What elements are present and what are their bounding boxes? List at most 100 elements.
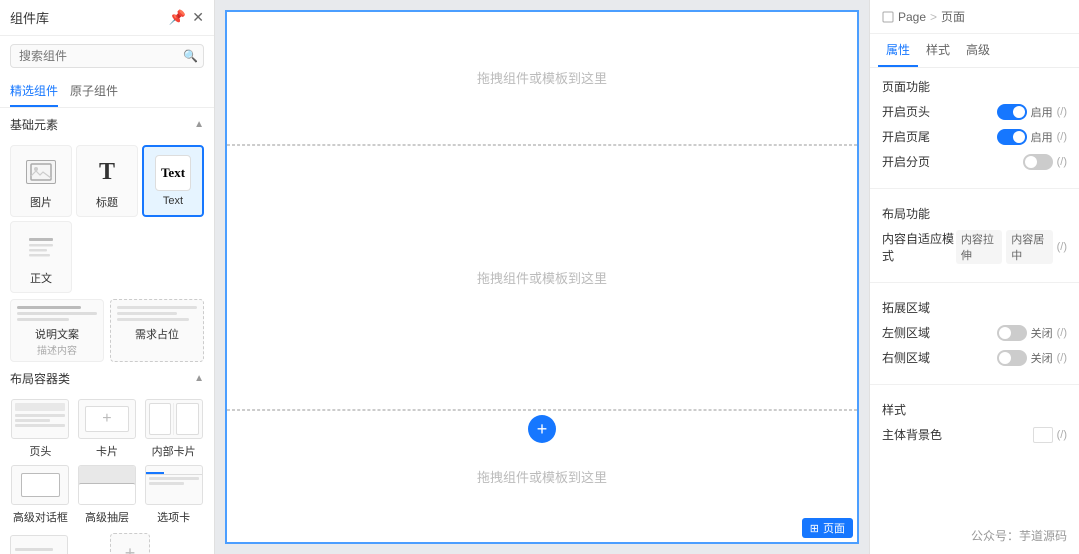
component-desc[interactable]: 说明文案 描述内容 xyxy=(10,299,104,362)
drop-zone-top-text: 拖拽组件或模板到这里 xyxy=(477,68,607,87)
drop-zone-top[interactable]: 拖拽组件或模板到这里 xyxy=(227,12,857,145)
page-icon xyxy=(882,11,894,23)
layout-dialog-thumb xyxy=(11,465,69,505)
layout-item-extra1[interactable] xyxy=(10,535,104,554)
right-area-label: 右侧区域 xyxy=(882,349,930,366)
component-body[interactable]: 正文 xyxy=(10,221,72,293)
layout-header-label: 页头 xyxy=(29,443,51,459)
bg-color-value: (/) xyxy=(1033,427,1067,443)
left-panel: 组件库 📌 ✕ 🔍 精选组件 原子组件 基础元素 ▲ xyxy=(0,0,215,554)
layout-overlay-thumb xyxy=(78,465,136,505)
breadcrumb: Page > 页面 xyxy=(870,0,1079,34)
text-icon: Text xyxy=(155,155,191,191)
right-tab-advanced[interactable]: 高级 xyxy=(958,34,998,67)
right-tab-style[interactable]: 样式 xyxy=(918,34,958,67)
pin-icon[interactable]: 📌 xyxy=(169,9,186,26)
right-tab-props[interactable]: 属性 xyxy=(878,34,918,67)
drop-zone-mid[interactable]: 拖拽组件或模板到这里 + xyxy=(227,145,857,410)
canvas-area: 拖拽组件或模板到这里 拖拽组件或模板到这里 + 拖拽组件或模板到这里 ⊞ 页面 xyxy=(225,10,859,544)
layout-item-add[interactable]: + xyxy=(110,533,204,554)
image-label: 图片 xyxy=(30,194,52,210)
component-image[interactable]: 图片 xyxy=(10,145,72,217)
header-toggle-group: 启用 (/) xyxy=(997,104,1067,120)
heading-icon: T xyxy=(89,154,125,190)
header-toggle-row: 开启页头 启用 (/) xyxy=(882,103,1067,120)
left-area-label: 左侧区域 xyxy=(882,324,930,341)
component-placeholder[interactable]: 需求占位 xyxy=(110,299,204,362)
panel-title: 组件库 xyxy=(10,8,49,27)
pagination-toggle-knob xyxy=(1025,156,1037,168)
pagination-toggle-sub: (/) xyxy=(1057,156,1067,168)
component-heading[interactable]: T 标题 xyxy=(76,145,138,217)
layout-inner-card[interactable]: 内部卡片 xyxy=(143,399,204,459)
drop-zone-mid-text: 拖拽组件或模板到这里 xyxy=(477,268,607,287)
layout-card[interactable]: + 卡片 xyxy=(77,399,138,459)
right-area-toggle[interactable] xyxy=(997,350,1027,366)
component-tabs: 精选组件 原子组件 xyxy=(0,76,214,108)
header-toggle-label: 开启页头 xyxy=(882,103,930,120)
left-panel-scroll: 基础元素 ▲ 图片 xyxy=(0,108,214,554)
layout-overlay[interactable]: 高级抽层 xyxy=(77,465,138,525)
pagination-toggle[interactable] xyxy=(1023,154,1053,170)
breadcrumb-separator: > xyxy=(930,10,937,24)
drop-zone-bottom-text: 拖拽组件或模板到这里 xyxy=(477,467,607,486)
layout-tabs[interactable]: 选项卡 xyxy=(143,465,204,525)
right-panel: Page > 页面 属性 样式 高级 页面功能 开启页头 启用 (/) 开启页尾 xyxy=(869,0,1079,554)
bg-color-row: 主体背景色 (/) xyxy=(882,426,1067,443)
center-panel: 拖拽组件或模板到这里 拖拽组件或模板到这里 + 拖拽组件或模板到这里 ⊞ 页面 xyxy=(215,0,869,554)
search-icon: 🔍 xyxy=(183,49,198,63)
breadcrumb-current: 页面 xyxy=(941,8,965,25)
expand-section: 拓展区域 左侧区域 关闭 (/) 右侧区域 关闭 (/) xyxy=(870,289,1079,378)
tab-atomic[interactable]: 原子组件 xyxy=(70,76,118,107)
layout-tabs-label: 选项卡 xyxy=(157,509,190,525)
search-input[interactable] xyxy=(10,44,204,68)
left-area-sub: (/) xyxy=(1057,327,1067,339)
left-area-toggle-group: 关闭 (/) xyxy=(997,325,1067,341)
footer-toggle-group: 启用 (/) xyxy=(997,129,1067,145)
page-badge: ⊞ 页面 xyxy=(802,518,853,538)
header-toggle[interactable] xyxy=(997,104,1027,120)
add-component-btn[interactable]: + xyxy=(528,415,556,443)
basic-section-arrow[interactable]: ▲ xyxy=(194,119,204,130)
basic-section-title: 基础元素 xyxy=(10,116,58,133)
right-area-toggle-group: 关闭 (/) xyxy=(997,350,1067,366)
layout-section-header: 布局容器类 ▲ xyxy=(0,362,214,399)
body-label: 正文 xyxy=(30,270,52,286)
layout-header-thumb xyxy=(11,399,69,439)
page-badge-icon: ⊞ xyxy=(810,522,819,535)
adapt-mode-label: 内容自适应模式 xyxy=(882,230,956,264)
layout-section-title: 布局容器类 xyxy=(10,370,70,387)
bg-color-box[interactable] xyxy=(1033,427,1053,443)
layout-overlay-label: 高级抽层 xyxy=(85,509,129,525)
layout-section-arrow[interactable]: ▲ xyxy=(194,373,204,384)
breadcrumb-page: Page xyxy=(898,10,926,24)
layout-items-grid: 页头 + 卡片 xyxy=(0,399,214,525)
style-title: 样式 xyxy=(882,401,1067,418)
component-text[interactable]: Text Text xyxy=(142,145,204,217)
panel-header-icons: 📌 ✕ xyxy=(169,9,204,26)
pagination-toggle-group: (/) xyxy=(1023,154,1067,170)
close-icon[interactable]: ✕ xyxy=(192,9,204,26)
layout-dialog-label: 高级对话框 xyxy=(13,509,68,525)
layout-section-header-row: 布局容器类 ▲ xyxy=(10,370,204,387)
basic-elements-grid: 图片 T 标题 Text Text xyxy=(0,145,214,293)
left-area-toggle[interactable] xyxy=(997,325,1027,341)
basic-section-header: 基础元素 ▲ xyxy=(0,108,214,145)
tab-featured[interactable]: 精选组件 xyxy=(10,76,58,107)
header-toggle-text: 启用 xyxy=(1031,104,1053,120)
layout-tabs-thumb xyxy=(145,465,203,505)
left-area-text: 关闭 xyxy=(1031,325,1053,341)
right-area-sub: (/) xyxy=(1057,352,1067,364)
page-function-title: 页面功能 xyxy=(882,78,1067,95)
layout-dialog[interactable]: 高级对话框 xyxy=(10,465,71,525)
pagination-toggle-row: 开启分页 (/) xyxy=(882,153,1067,170)
layout-header[interactable]: 页头 xyxy=(10,399,71,459)
add-btn-icon: + xyxy=(537,420,548,438)
left-area-row: 左侧区域 关闭 (/) xyxy=(882,324,1067,341)
footer-toggle[interactable] xyxy=(997,129,1027,145)
footer-toggle-sub: (/) xyxy=(1057,131,1067,143)
layout-function-section: 布局功能 内容自适应模式 内容拉伸 内容居中 (/) xyxy=(870,195,1079,276)
adapt-sub: (/) xyxy=(1057,241,1067,253)
layout-function-title: 布局功能 xyxy=(882,205,1067,222)
adapt-mode-row: 内容自适应模式 内容拉伸 内容居中 (/) xyxy=(882,230,1067,264)
